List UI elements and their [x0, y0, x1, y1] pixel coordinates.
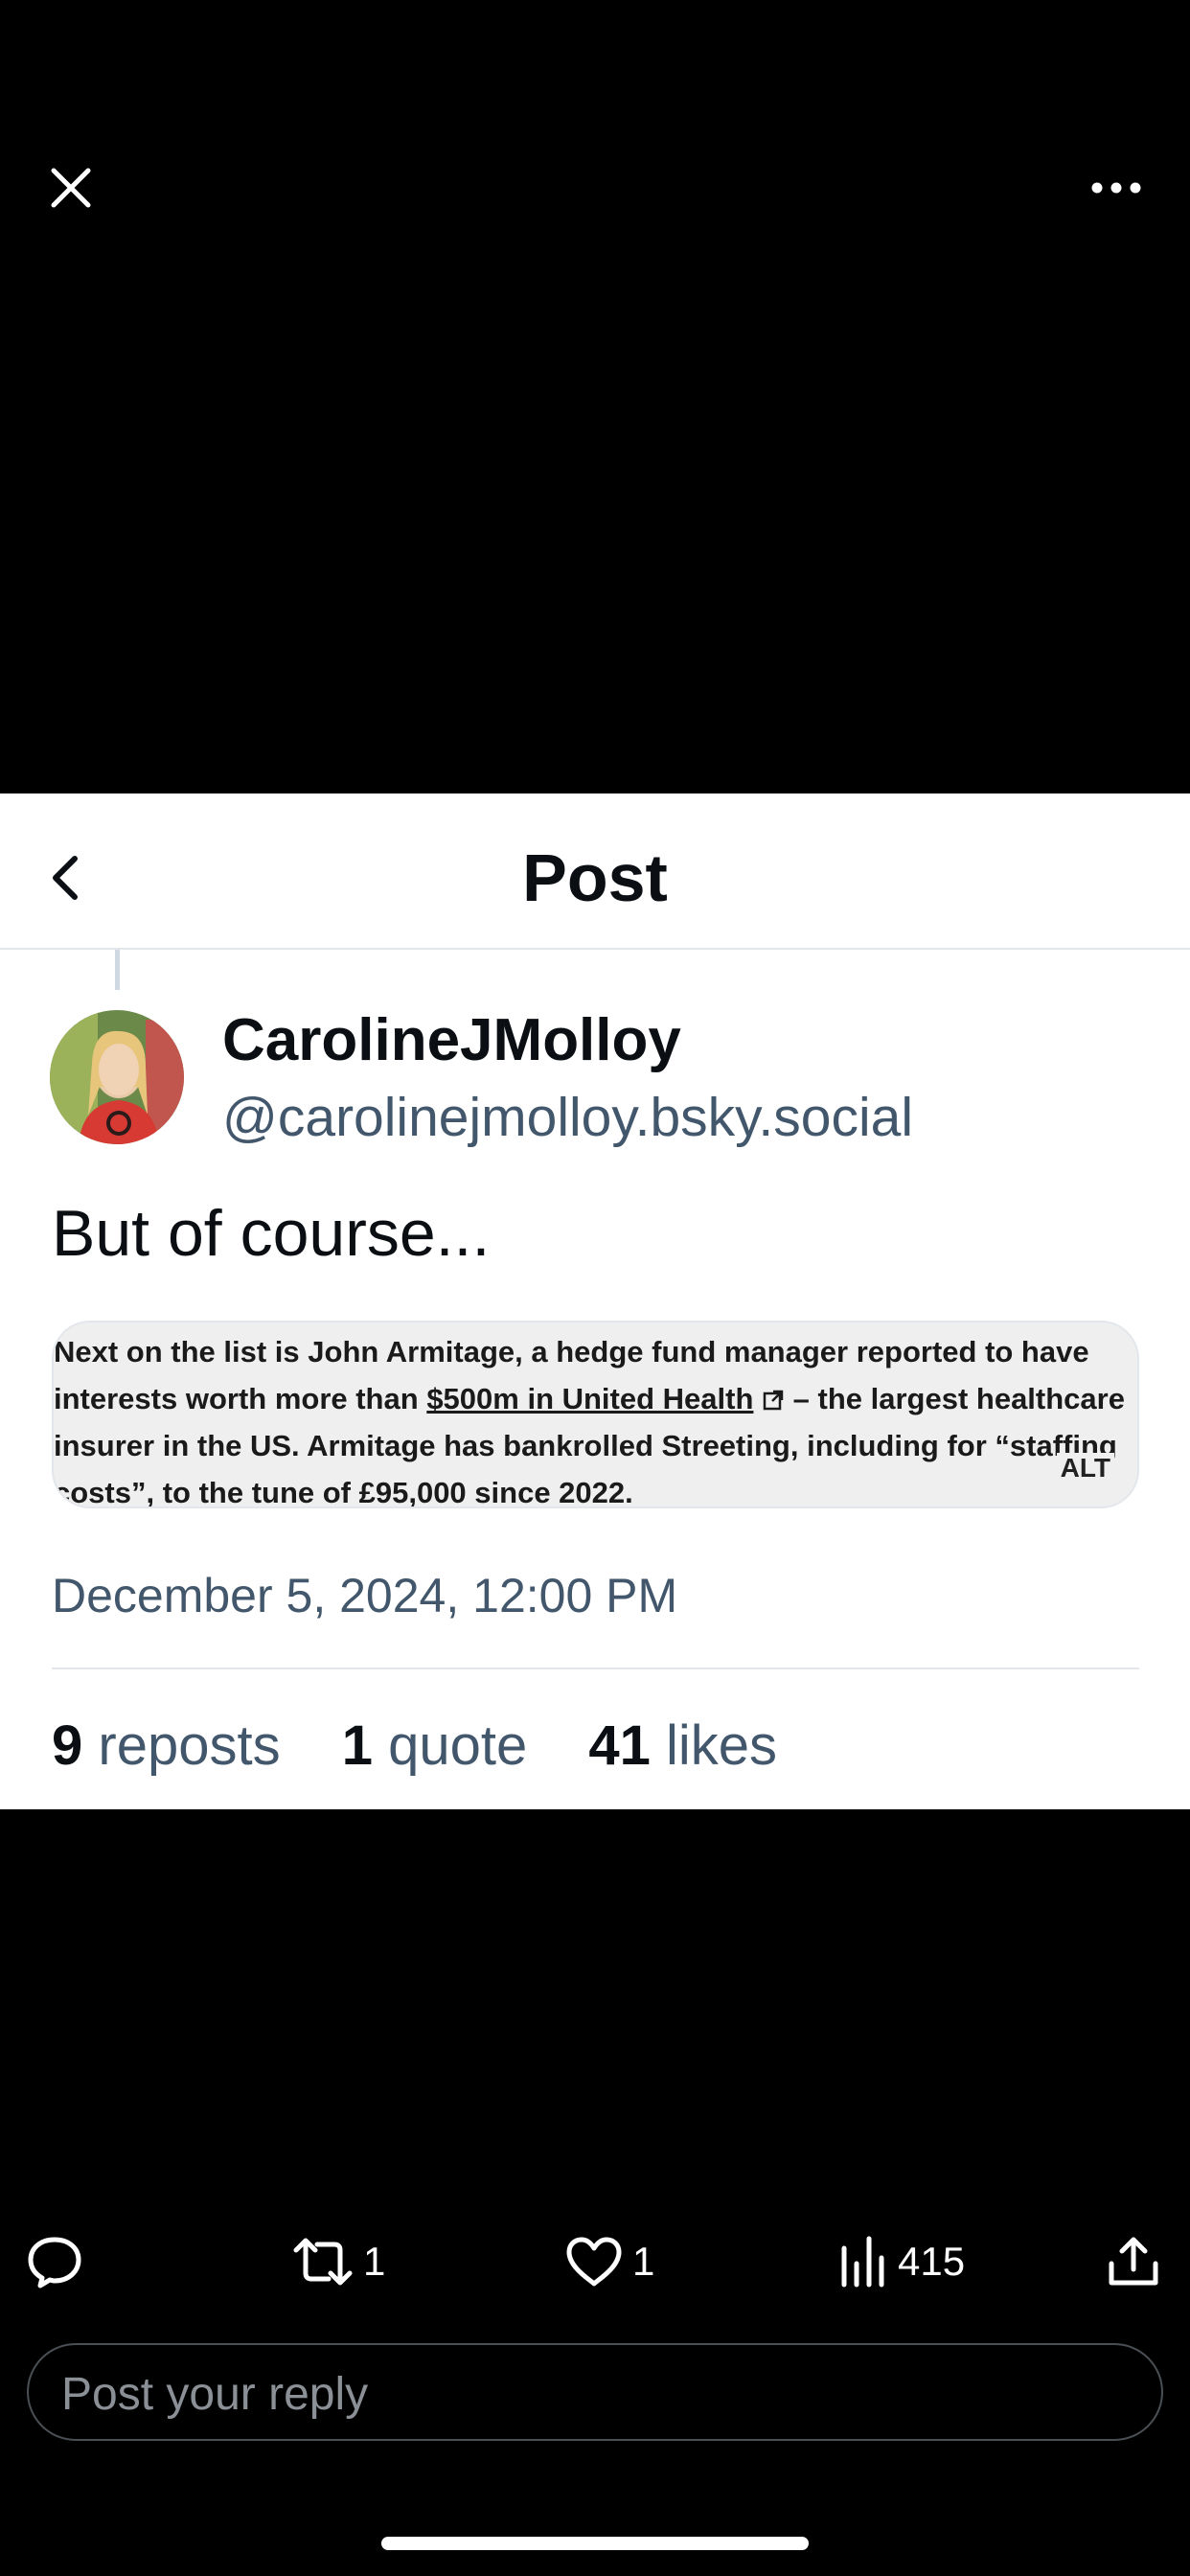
repost-button[interactable]: 1 [292, 2223, 385, 2300]
repost-icon [293, 2238, 353, 2286]
reply-placeholder: Post your reply [61, 2369, 369, 2420]
author-handle[interactable]: @carolinejmolloy.bsky.social [222, 1086, 913, 1149]
heart-icon [566, 2237, 622, 2287]
more-button[interactable] [1087, 169, 1145, 207]
views-count: 415 [898, 2239, 966, 2284]
more-horizontal-icon [1091, 182, 1141, 194]
likes-stat[interactable]: 41 likes [588, 1714, 777, 1777]
thread-line [115, 950, 120, 990]
image-text-line: insurer in the US. Armitage has bankroll… [54, 1429, 1117, 1462]
post-header: Post [0, 794, 1190, 950]
reposts-stat[interactable]: 9 reposts [52, 1714, 281, 1777]
image-link-text: $500m in United Health [426, 1382, 754, 1415]
alt-badge[interactable]: ALT [1056, 1453, 1114, 1484]
viewer-top-bar [0, 0, 1190, 794]
page-title: Post [522, 840, 668, 915]
views-icon [841, 2236, 884, 2288]
close-icon [51, 168, 91, 208]
reply-button[interactable] [27, 2223, 82, 2300]
post-image[interactable]: Next on the list is John Armitage, a hed… [52, 1321, 1139, 1508]
reply-icon [28, 2237, 81, 2288]
reply-input[interactable]: Post your reply [27, 2343, 1163, 2441]
like-count: 1 [632, 2239, 655, 2284]
action-bar: 1 1 415 [0, 2223, 1190, 2300]
post-card: Post CarolineJMolloy @carolinejmolloy.bs… [0, 794, 1190, 1809]
author-display-name[interactable]: CarolineJMolloy [222, 1006, 681, 1074]
image-text-line: Next on the list is John Armitage, a hed… [54, 1335, 1089, 1368]
home-indicator[interactable] [381, 2537, 809, 2550]
views-button[interactable]: 415 [838, 2223, 965, 2300]
post-image-text: Next on the list is John Armitage, a hed… [54, 1328, 1137, 1508]
post-stats: 9 reposts 1 quote 41 likes [52, 1714, 823, 1778]
repost-count: 1 [363, 2239, 386, 2284]
post-text: But of course... [52, 1197, 491, 1270]
share-icon [1109, 2237, 1158, 2286]
like-button[interactable]: 1 [565, 2223, 654, 2300]
divider [52, 1668, 1139, 1669]
external-link-icon [763, 1390, 784, 1411]
share-button[interactable] [1107, 2223, 1160, 2300]
close-button[interactable] [46, 163, 96, 213]
quotes-stat[interactable]: 1 quote [342, 1714, 528, 1777]
image-text-line: costs”, to the tune of £95,000 since 202… [54, 1476, 633, 1508]
post-timestamp: December 5, 2024, 12:00 PM [52, 1569, 678, 1622]
avatar[interactable] [50, 1010, 184, 1144]
image-text-line: interests worth more than $500m in Unite… [54, 1382, 1125, 1415]
